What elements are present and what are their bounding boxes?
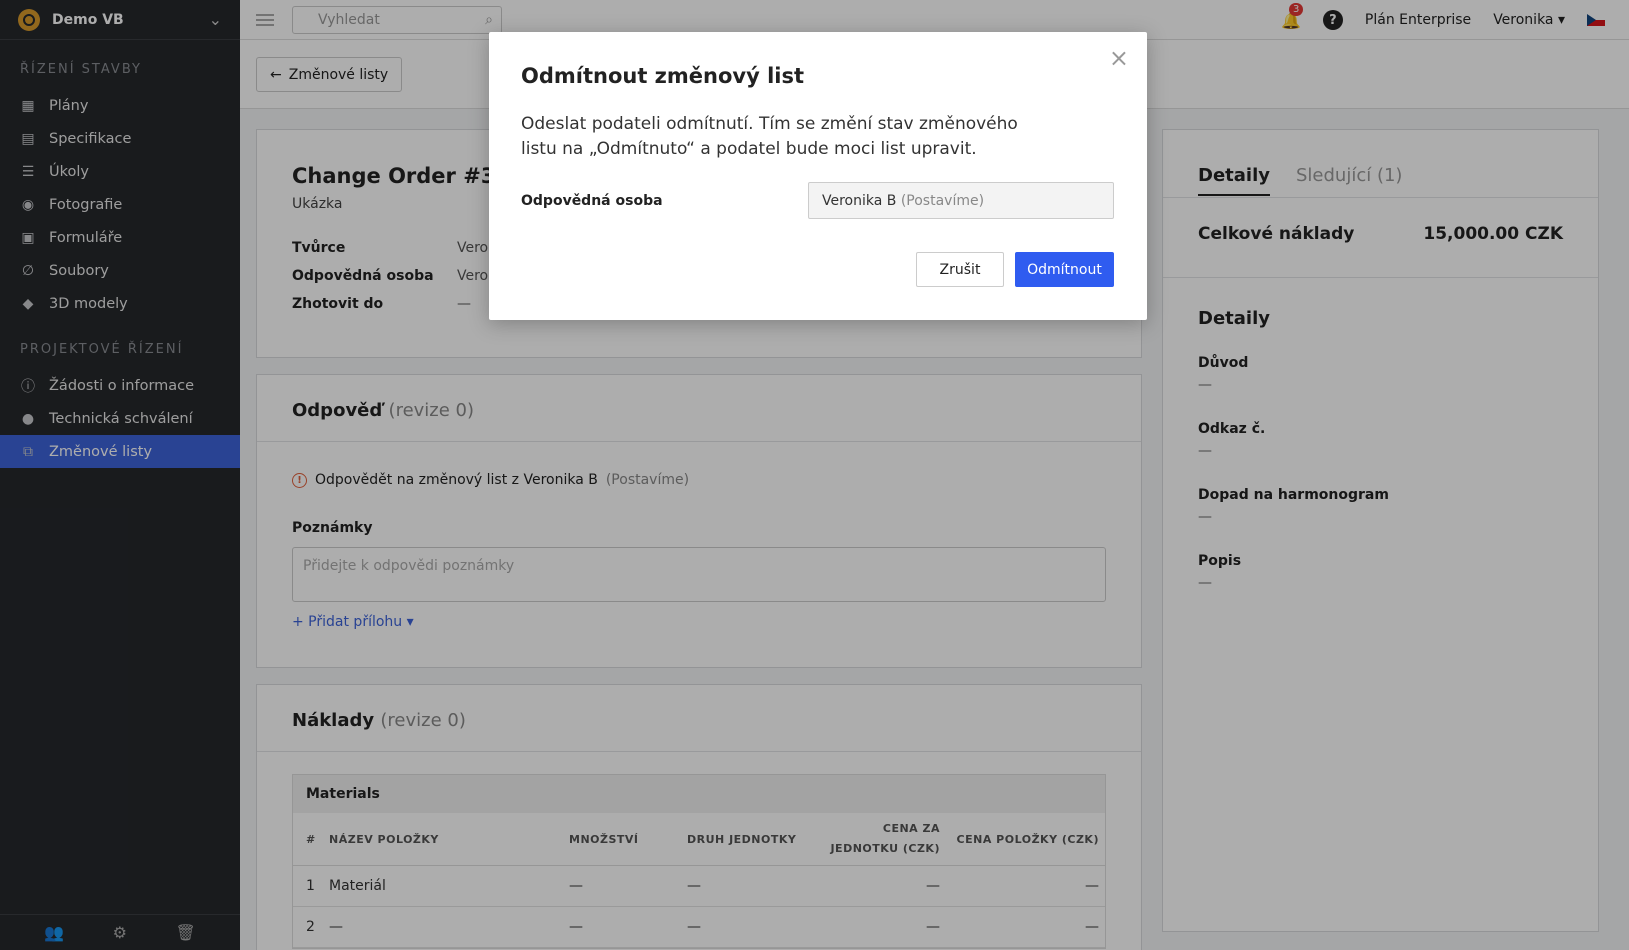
reject-dialog: × Odmítnout změnový list Odeslat podatel… — [489, 32, 1147, 320]
close-icon[interactable]: × — [1109, 46, 1129, 70]
dialog-message: Odeslat podateli odmítnutí. Tím se změní… — [521, 114, 1018, 159]
responsible-person-field[interactable]: Veronika B (Postavíme) — [808, 182, 1114, 219]
cancel-button[interactable]: Zrušit — [916, 252, 1004, 287]
responsible-label: Odpovědná osoba — [521, 193, 663, 209]
person-name: Veronika B — [822, 192, 897, 209]
reject-button[interactable]: Odmítnout — [1015, 252, 1114, 287]
person-company: (Postavíme) — [900, 192, 985, 209]
dialog-title: Odmítnout změnový list — [521, 64, 805, 88]
